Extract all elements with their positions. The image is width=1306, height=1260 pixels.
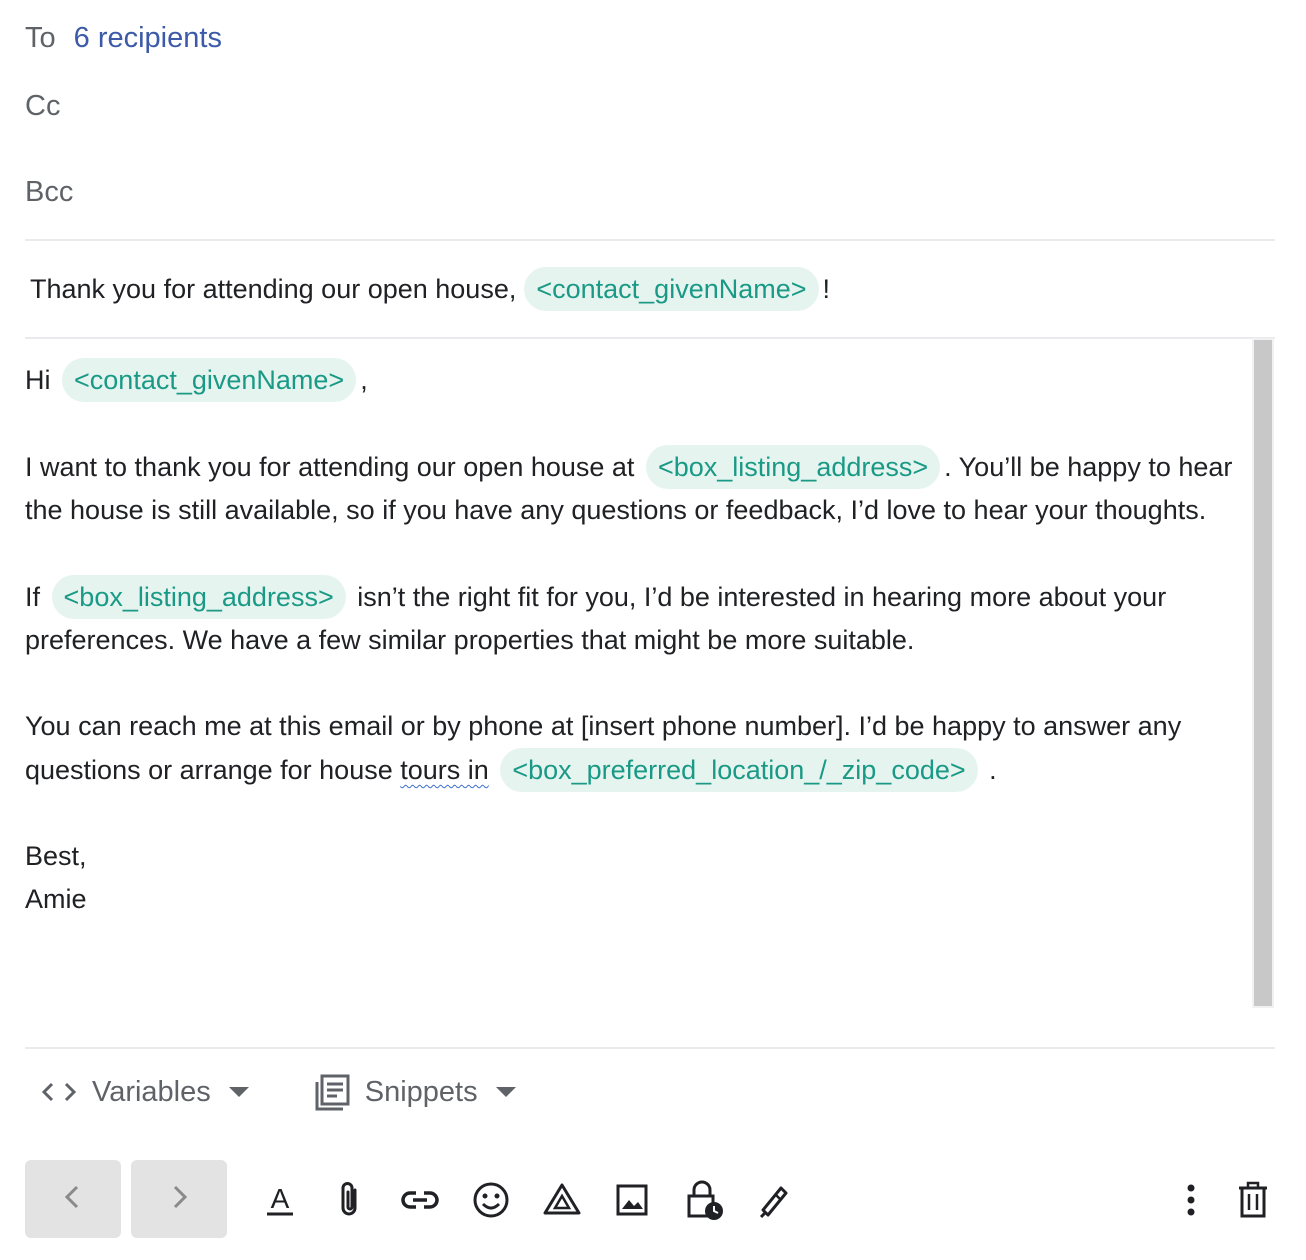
link-icon[interactable] bbox=[396, 1176, 444, 1224]
trash-icon[interactable] bbox=[1229, 1176, 1277, 1224]
greeting-comma: , bbox=[360, 365, 368, 395]
p2-variable-chip[interactable]: <box_listing_address> bbox=[51, 575, 346, 619]
signature-icon[interactable] bbox=[749, 1176, 797, 1224]
snippets-label: Snippets bbox=[364, 1075, 478, 1108]
header-divider bbox=[25, 239, 1275, 241]
to-label: To bbox=[25, 21, 56, 54]
subject-field[interactable]: Thank you for attending our open house, … bbox=[30, 265, 830, 313]
message-body[interactable]: Hi <contact_givenName>, I want to thank … bbox=[25, 358, 1240, 921]
confidential-mode-icon[interactable] bbox=[680, 1176, 728, 1224]
bcc-field[interactable]: Bcc bbox=[25, 176, 73, 209]
p3-variable-chip[interactable]: <box_preferred_location_/_zip_code> bbox=[500, 748, 978, 792]
paragraph-3: You can reach me at this email or by pho… bbox=[25, 705, 1240, 792]
chevron-down-icon bbox=[495, 1087, 516, 1097]
paragraph-2: If <box_listing_address> isn’t the right… bbox=[25, 575, 1240, 662]
snippets-icon bbox=[313, 1073, 351, 1111]
attachment-icon[interactable] bbox=[326, 1176, 374, 1224]
sender-name: Amie bbox=[25, 884, 87, 914]
image-icon[interactable] bbox=[608, 1176, 656, 1224]
subject-divider bbox=[25, 337, 1275, 339]
greeting-word: Hi bbox=[25, 365, 51, 395]
cc-field[interactable]: Cc bbox=[25, 90, 60, 123]
previous-button[interactable] bbox=[25, 1160, 121, 1238]
chevron-down-icon bbox=[228, 1087, 249, 1097]
p1-text: I want to thank you for attending our op… bbox=[25, 452, 635, 482]
drive-icon[interactable] bbox=[538, 1176, 586, 1224]
variables-label: Variables bbox=[92, 1075, 211, 1108]
chevron-left-icon bbox=[61, 1182, 85, 1217]
emoji-icon[interactable] bbox=[467, 1176, 515, 1224]
scrollbar-thumb[interactable] bbox=[1254, 340, 1272, 1006]
greeting-line: Hi <contact_givenName>, bbox=[25, 358, 1240, 402]
p1-variable-chip[interactable]: <box_listing_address> bbox=[645, 445, 941, 489]
snippets-dropdown[interactable]: Snippets bbox=[313, 1073, 516, 1111]
to-row[interactable]: To 6 recipients bbox=[25, 18, 222, 58]
subject-variable-chip[interactable]: <contact_givenName> bbox=[524, 267, 819, 311]
body-divider bbox=[25, 1047, 1275, 1049]
text-format-icon[interactable]: A bbox=[256, 1176, 304, 1224]
recipients-link[interactable]: 6 recipients bbox=[74, 22, 222, 55]
subject-text: Thank you for attending our open house, bbox=[30, 273, 517, 304]
code-brackets-icon bbox=[40, 1077, 78, 1107]
more-options-icon[interactable] bbox=[1167, 1176, 1215, 1224]
subject-text-end: ! bbox=[822, 273, 831, 304]
chevron-right-icon bbox=[167, 1182, 191, 1217]
signoff: Best, bbox=[25, 841, 87, 871]
greeting-variable-chip[interactable]: <contact_givenName> bbox=[62, 358, 357, 402]
next-button[interactable] bbox=[131, 1160, 227, 1238]
spellcheck-text[interactable]: tours in bbox=[400, 755, 489, 785]
insert-bar: Variables Snippets bbox=[40, 1066, 580, 1118]
p2-text: If bbox=[25, 582, 41, 612]
p3-text-end: . bbox=[989, 755, 997, 785]
variables-dropdown[interactable]: Variables bbox=[40, 1076, 249, 1109]
svg-text:A: A bbox=[271, 1183, 290, 1214]
paragraph-1: I want to thank you for attending our op… bbox=[25, 445, 1240, 532]
